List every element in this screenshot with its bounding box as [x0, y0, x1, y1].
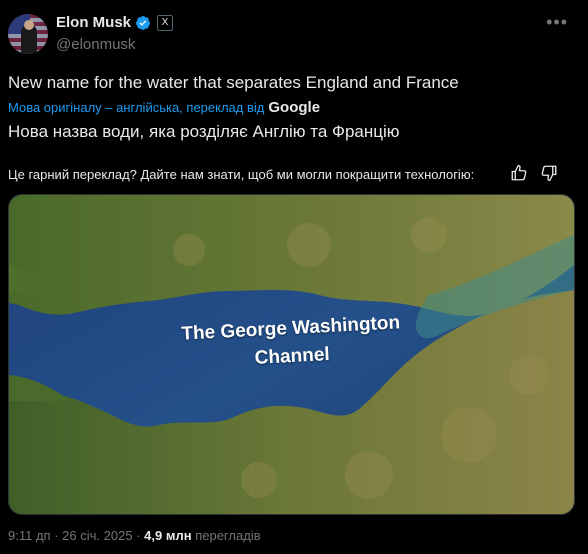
- views-count[interactable]: 4,9 млн: [144, 528, 191, 543]
- post-avatar[interactable]: [8, 14, 48, 54]
- author-row: Elon Musk X: [56, 14, 174, 31]
- avatar-head: [24, 20, 34, 30]
- translation-note[interactable]: Мова оригіналу – англійська, переклад ві…: [8, 100, 264, 115]
- post-text-translated: Нова назва води, яка розділяє Англію та …: [8, 122, 400, 141]
- post-time[interactable]: 9:11 дп: [8, 528, 51, 543]
- author-handle[interactable]: @elonmusk: [56, 36, 135, 53]
- verified-badge-icon[interactable]: [135, 15, 151, 31]
- translation-feedback-prompt: Це гарний переклад? Дайте нам знати, щоб…: [8, 167, 475, 182]
- post-text-original: New name for the water that separates En…: [8, 73, 459, 92]
- affiliation-x-badge[interactable]: X: [157, 14, 174, 31]
- views-label: перегладів: [195, 528, 261, 543]
- post-meta: 9:11 дп · 26 січ. 2025 · 4,9 млн перегла…: [8, 528, 261, 543]
- translation-attribution[interactable]: Мова оригіналу – англійська, переклад ві…: [8, 99, 320, 116]
- thumbs-up-icon[interactable]: [510, 164, 528, 182]
- meta-separator: ·: [54, 528, 59, 543]
- author-name[interactable]: Elon Musk: [56, 14, 131, 31]
- google-logo: Google: [268, 99, 321, 116]
- post-image[interactable]: The George Washington Channel: [8, 194, 575, 515]
- thumbs-down-icon[interactable]: [540, 164, 558, 182]
- more-options-icon[interactable]: •••: [546, 12, 568, 33]
- meta-separator: ·: [136, 528, 141, 543]
- post-date[interactable]: 26 січ. 2025: [62, 528, 132, 543]
